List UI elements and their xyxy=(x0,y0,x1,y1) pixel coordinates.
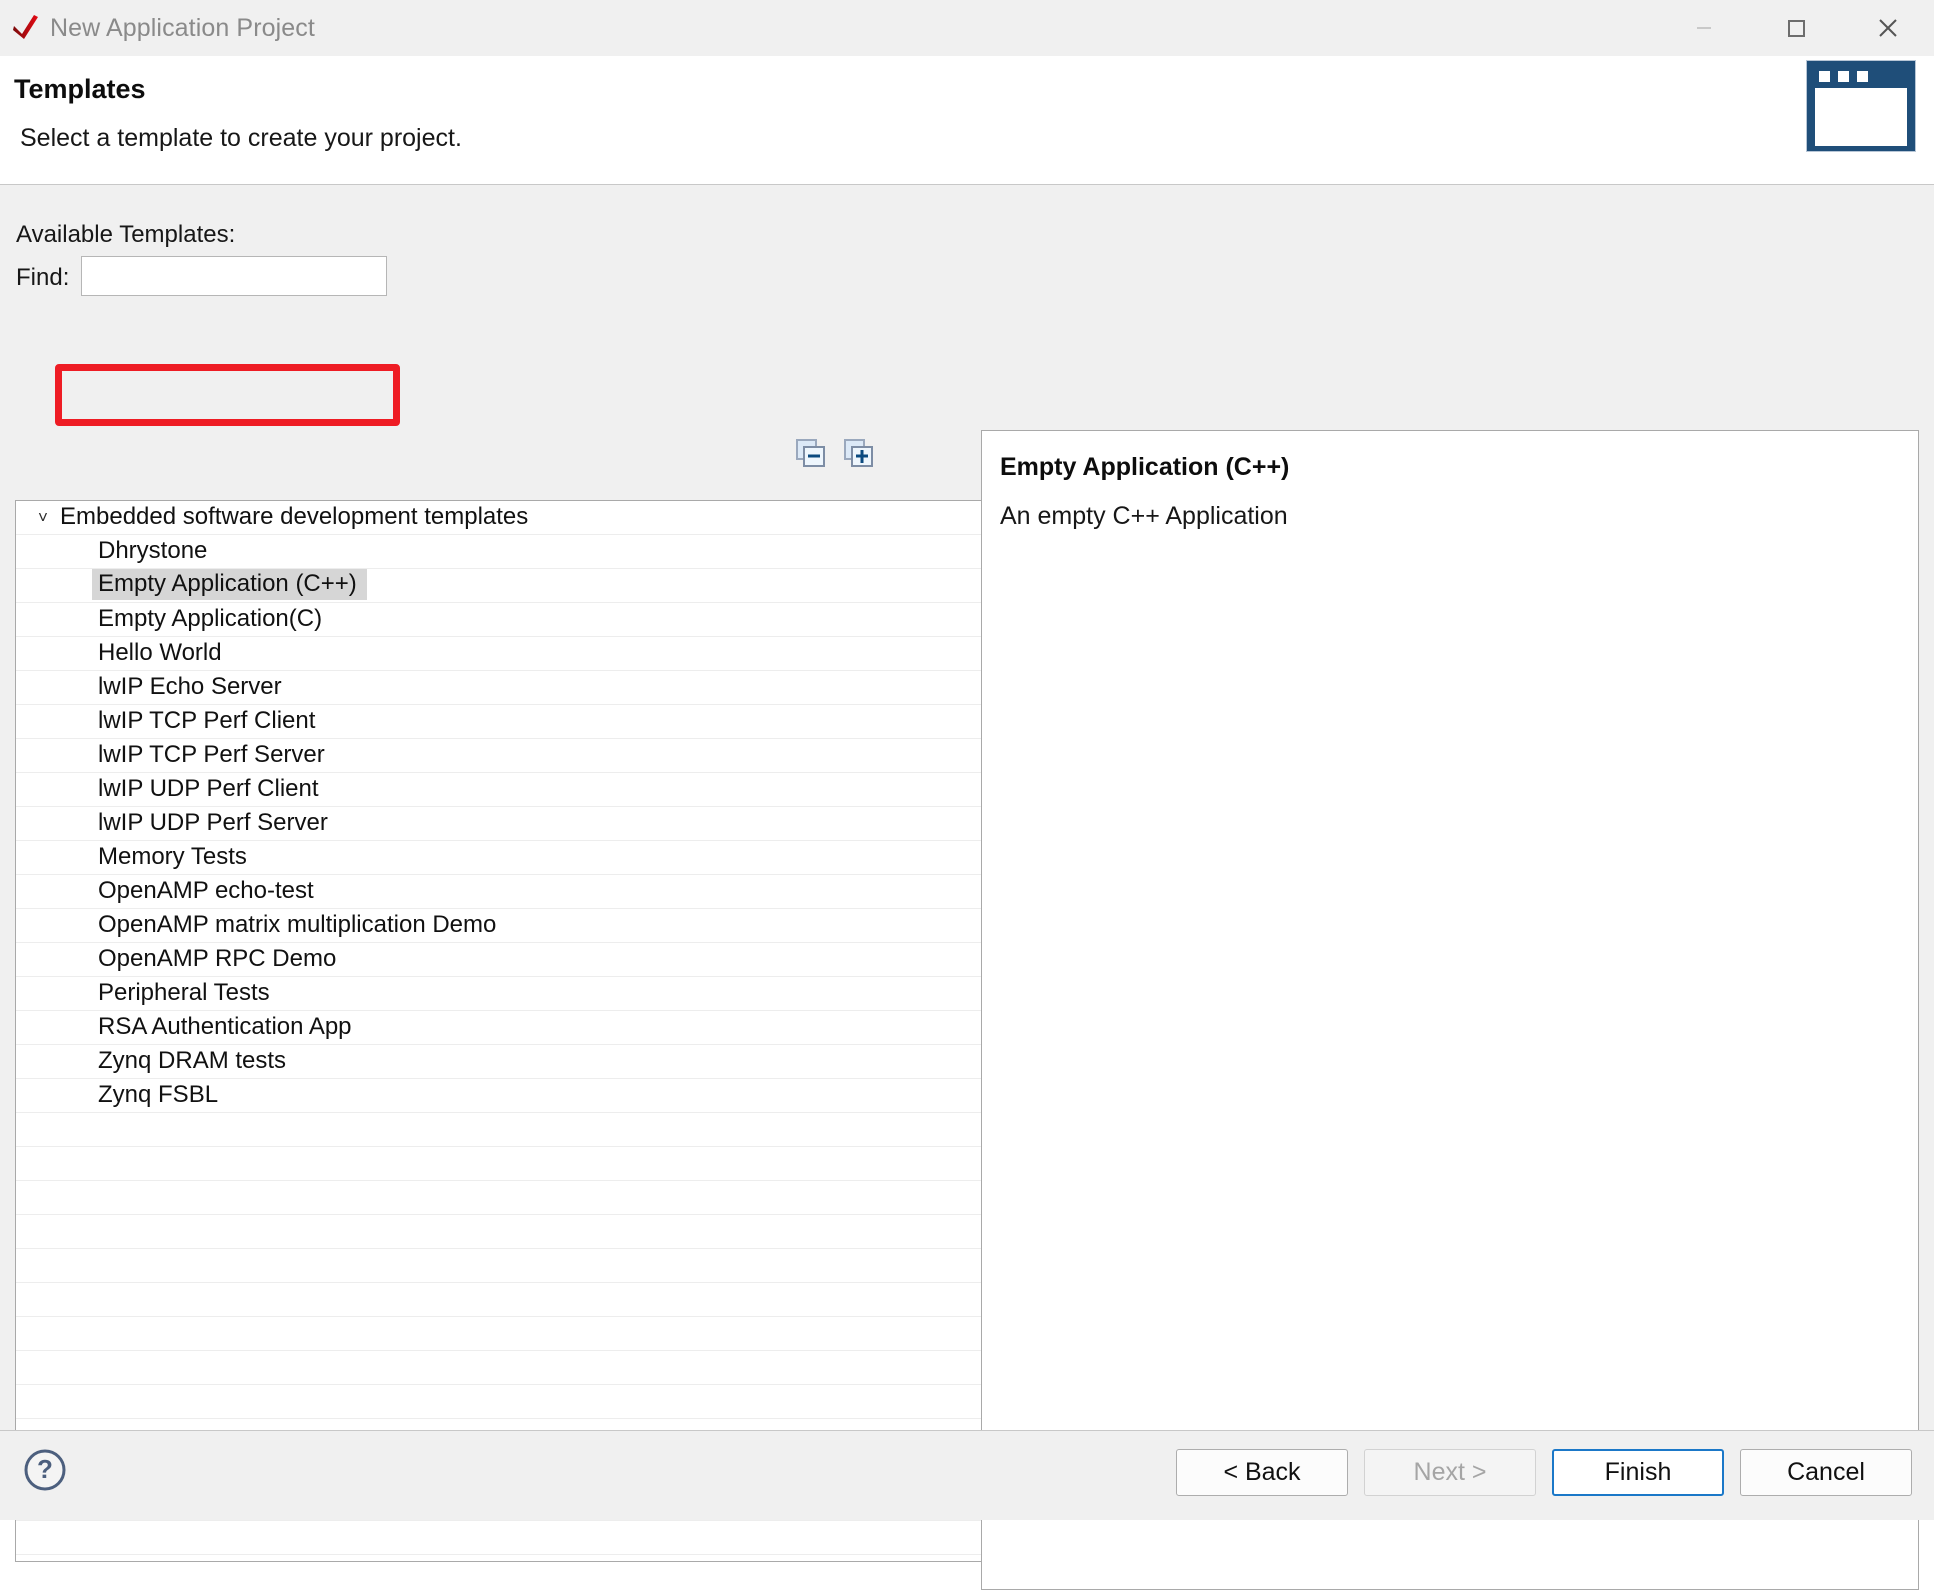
collapse-all-icon[interactable] xyxy=(795,437,827,469)
template-description-panel: Empty Application (C++) An empty C++ App… xyxy=(981,430,1919,1590)
template-item-label: Empty Application (C++) xyxy=(92,569,367,600)
banner-dot xyxy=(1838,71,1849,82)
window-title: New Application Project xyxy=(50,13,315,42)
wizard-footer: ? < Back Next > Finish Cancel xyxy=(0,1430,1934,1520)
next-button[interactable]: Next > xyxy=(1364,1449,1536,1496)
template-item-label: lwIP Echo Server xyxy=(98,672,282,700)
minimize-icon xyxy=(1697,27,1711,29)
title-bar: New Application Project xyxy=(0,0,1934,56)
wizard-header: Templates Select a template to create yo… xyxy=(0,56,1934,185)
close-button[interactable] xyxy=(1842,0,1934,56)
close-icon xyxy=(1879,19,1897,37)
page-subtitle: Select a template to create your project… xyxy=(20,124,462,152)
maximize-icon xyxy=(1788,20,1805,37)
template-group-label: Embedded software development templates xyxy=(60,502,529,530)
template-item-label: Memory Tests xyxy=(98,842,247,870)
template-item-label: RSA Authentication App xyxy=(98,1012,352,1040)
list-item[interactable]: lwIP TCP Perf Server xyxy=(16,739,982,773)
template-item-label: lwIP UDP Perf Server xyxy=(98,808,328,836)
expand-all-icon[interactable] xyxy=(843,437,875,469)
list-item[interactable]: Zynq DRAM tests xyxy=(16,1045,982,1079)
list-item[interactable]: Zynq FSBL xyxy=(16,1079,982,1113)
template-item-label: Zynq FSBL xyxy=(98,1080,219,1108)
list-row-empty xyxy=(16,1317,982,1351)
banner-body xyxy=(1815,88,1907,146)
help-question-icon[interactable]: ? xyxy=(22,1447,68,1493)
list-item[interactable]: Dhrystone xyxy=(16,535,982,569)
find-label: Find: xyxy=(16,264,70,291)
template-item-label: OpenAMP matrix multiplication Demo xyxy=(98,910,497,938)
template-item-label: Hello World xyxy=(98,638,222,666)
tree-toolbar xyxy=(795,437,875,469)
template-list[interactable]: ˅ Embedded software development template… xyxy=(15,500,983,1562)
template-item-label: Peripheral Tests xyxy=(98,978,270,1006)
list-row-empty xyxy=(16,1113,982,1147)
template-item-label: lwIP UDP Perf Client xyxy=(98,774,319,802)
finish-button[interactable]: Finish xyxy=(1552,1449,1724,1496)
vitis-red-check-icon xyxy=(13,15,38,39)
footer-button-row: < Back Next > Finish Cancel xyxy=(1176,1449,1912,1496)
list-item[interactable]: OpenAMP matrix multiplication Demo xyxy=(16,909,982,943)
list-row-empty xyxy=(16,1249,982,1283)
list-item[interactable]: Memory Tests xyxy=(16,841,982,875)
list-item[interactable]: Peripheral Tests xyxy=(16,977,982,1011)
template-item-label: OpenAMP RPC Demo xyxy=(98,944,337,972)
list-item[interactable]: lwIP Echo Server xyxy=(16,671,982,705)
list-row-empty xyxy=(16,1181,982,1215)
template-item-label: Empty Application(C) xyxy=(98,604,323,632)
list-item[interactable]: lwIP UDP Perf Client xyxy=(16,773,982,807)
find-input[interactable] xyxy=(81,256,387,296)
page-title: Templates xyxy=(14,74,146,104)
list-row-empty xyxy=(16,1147,982,1181)
list-item[interactable]: lwIP UDP Perf Server xyxy=(16,807,982,841)
wizard-window-banner-icon xyxy=(1806,60,1916,152)
list-row-empty xyxy=(16,1283,982,1317)
template-item-label: lwIP TCP Perf Server xyxy=(98,740,325,768)
list-item[interactable]: Hello World xyxy=(16,637,982,671)
cancel-button[interactable]: Cancel xyxy=(1740,1449,1912,1496)
template-item-label: lwIP TCP Perf Client xyxy=(98,706,316,734)
list-item[interactable]: lwIP TCP Perf Client xyxy=(16,705,982,739)
list-item-selected[interactable]: Empty Application (C++) xyxy=(16,569,982,603)
maximize-button[interactable] xyxy=(1750,0,1842,56)
available-templates-label: Available Templates: xyxy=(16,221,236,248)
banner-dots xyxy=(1813,67,1909,88)
back-button[interactable]: < Back xyxy=(1176,1449,1348,1496)
chevron-down-icon: ˅ xyxy=(38,508,48,527)
wizard-body: Available Templates: Find: ˅ Embedded so… xyxy=(0,185,1934,1590)
banner-dot xyxy=(1857,71,1868,82)
template-item-label: Zynq DRAM tests xyxy=(98,1046,287,1074)
list-item[interactable]: OpenAMP echo-test xyxy=(16,875,982,909)
svg-text:?: ? xyxy=(37,1454,53,1484)
template-item-label: Dhrystone xyxy=(98,536,208,564)
list-row-empty xyxy=(16,1215,982,1249)
list-item[interactable]: Empty Application(C) xyxy=(16,603,982,637)
list-row-empty xyxy=(16,1385,982,1419)
template-item-label: OpenAMP echo-test xyxy=(98,876,314,904)
list-row-empty xyxy=(16,1521,982,1555)
banner-dot xyxy=(1819,71,1830,82)
list-item[interactable]: RSA Authentication App xyxy=(16,1011,982,1045)
description-text: An empty C++ Application xyxy=(1000,502,1288,530)
list-row-empty xyxy=(16,1555,982,1561)
template-group-row[interactable]: ˅ Embedded software development template… xyxy=(16,501,982,535)
minimize-button[interactable] xyxy=(1658,0,1750,56)
description-title: Empty Application (C++) xyxy=(1000,453,1290,481)
list-row-empty xyxy=(16,1351,982,1385)
list-item[interactable]: OpenAMP RPC Demo xyxy=(16,943,982,977)
